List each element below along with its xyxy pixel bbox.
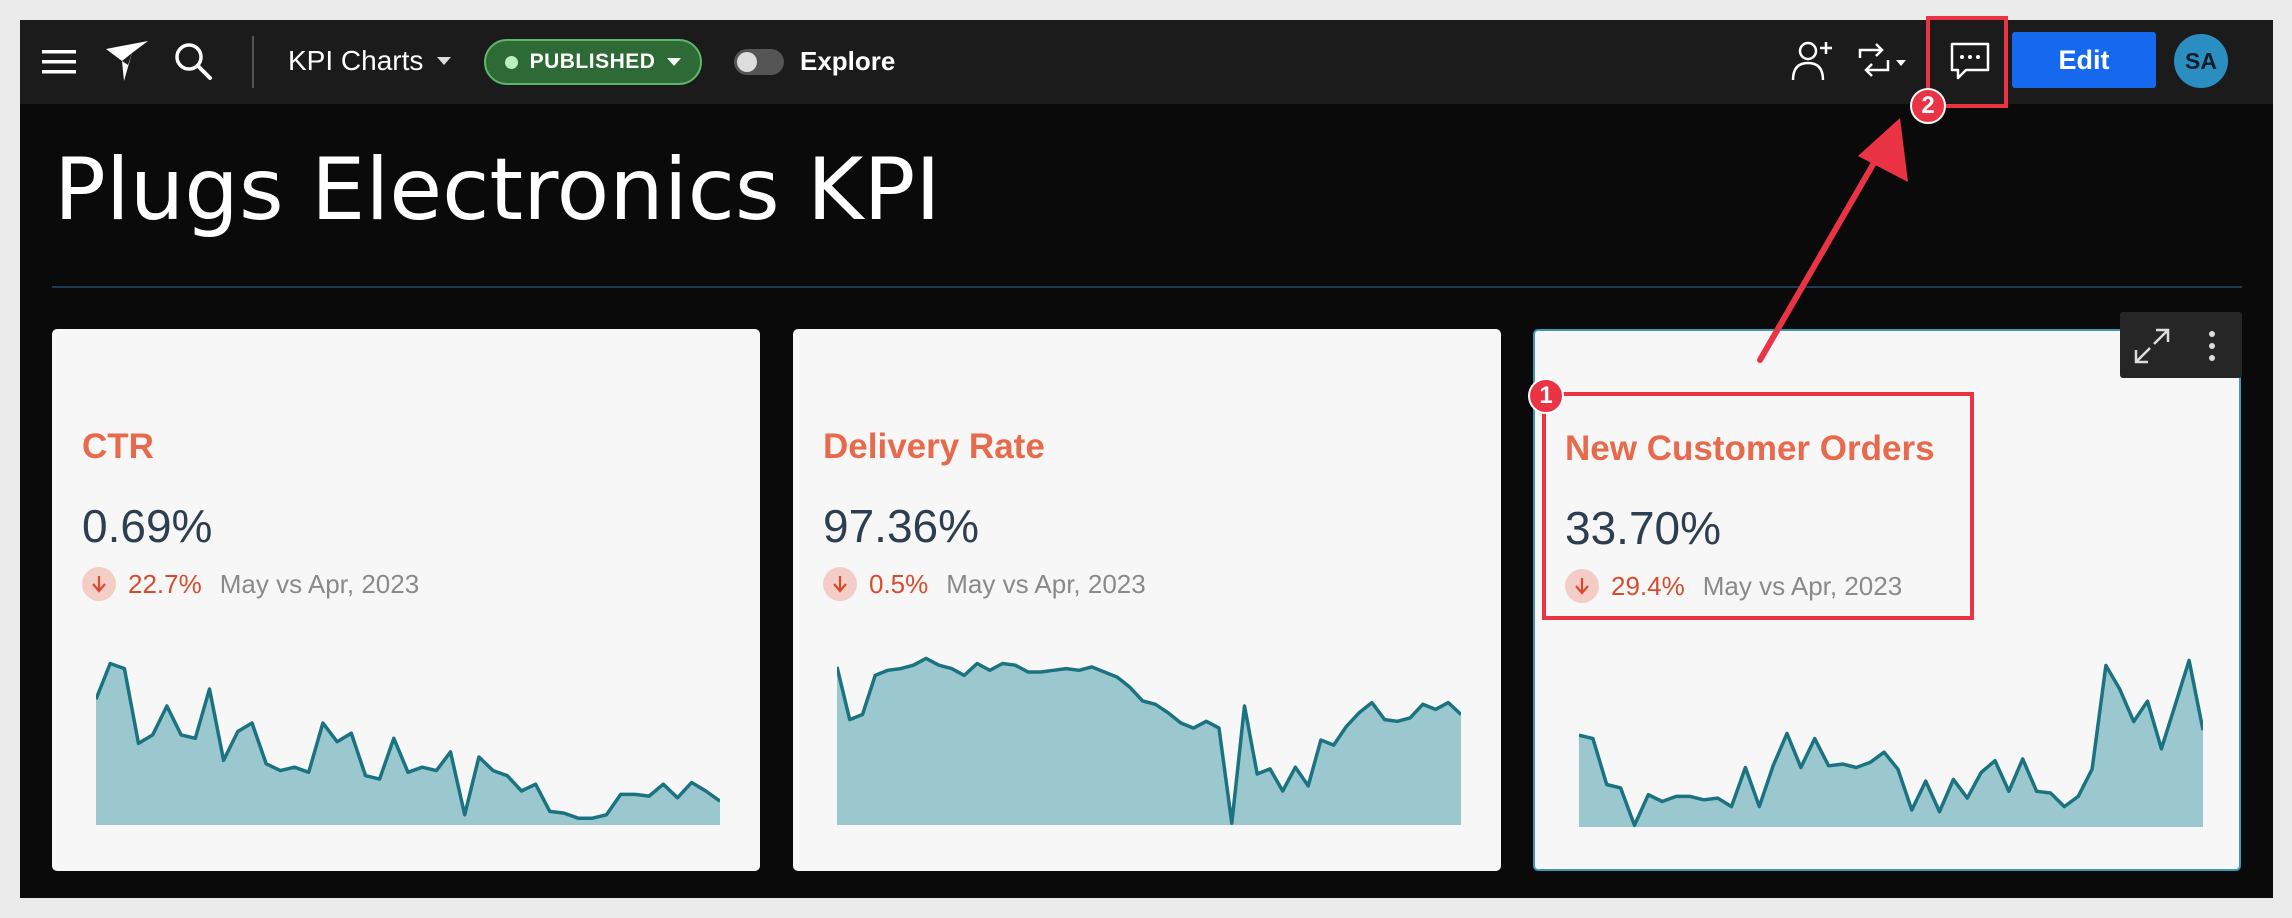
sigma-logo-icon[interactable] (102, 37, 152, 85)
page-title: Plugs Electronics KPI (54, 140, 941, 240)
hamburger-menu-icon[interactable] (40, 42, 80, 82)
share-user-add-icon[interactable] (1786, 36, 1838, 88)
explore-toggle[interactable] (734, 49, 784, 75)
kpi-change-percent: 22.7% (128, 568, 202, 599)
card-hover-toolbar (2120, 312, 2242, 378)
search-icon[interactable] (172, 40, 214, 82)
kpi-card-ctr[interactable]: CTR 0.69% 22.7% May vs Apr, 2023 (52, 329, 760, 871)
kpi-title: CTR (82, 427, 154, 466)
toolbar-separator (252, 36, 254, 88)
down-arrow-icon (823, 567, 857, 601)
kpi-comparison-period: May vs Apr, 2023 (946, 568, 1146, 599)
document-title: KPI Charts (288, 45, 424, 76)
kpi-change-percent: 0.5% (869, 568, 929, 599)
kpi-card-delivery-rate[interactable]: Delivery Rate 97.36% 0.5% May vs Apr, 20… (793, 329, 1501, 871)
kpi-value: 97.36% (823, 500, 980, 552)
sparkline-area (1579, 660, 2203, 827)
status-dot-icon (504, 55, 518, 69)
annotation-highlight-card-title (1542, 392, 1974, 620)
document-title-dropdown[interactable]: KPI Charts (288, 42, 452, 80)
kpi-title: Delivery Rate (823, 427, 1045, 466)
sparkline-area (837, 658, 1461, 825)
explore-label: Explore (800, 46, 896, 76)
status-label: PUBLISHED (529, 50, 656, 73)
kpi-change-row: 22.7% May vs Apr, 2023 (82, 567, 419, 601)
down-arrow-icon (82, 567, 116, 601)
more-options-icon[interactable] (2198, 326, 2226, 366)
kpi-sparkline (837, 656, 1461, 826)
kpi-comparison-period: May vs Apr, 2023 (219, 568, 420, 599)
kpi-change-row: 0.5% May vs Apr, 2023 (823, 567, 1146, 601)
kpi-sparkline (1579, 658, 2203, 828)
kpi-value: 0.69% (82, 500, 213, 552)
kpi-sparkline (96, 661, 720, 825)
user-avatar[interactable]: SA (2174, 34, 2228, 88)
chevron-down-icon (667, 58, 682, 66)
export-refresh-icon[interactable] (1852, 36, 1908, 88)
published-status-dropdown[interactable]: PUBLISHED (484, 39, 702, 85)
annotation-arrow (1757, 118, 1908, 363)
edit-button[interactable]: Edit (2012, 32, 2156, 88)
expand-icon[interactable] (2132, 326, 2172, 366)
annotation-badge-1: 1 (1528, 378, 1564, 414)
sparkline-area (96, 663, 720, 825)
toggle-knob (737, 52, 757, 72)
chevron-down-icon (437, 57, 452, 65)
